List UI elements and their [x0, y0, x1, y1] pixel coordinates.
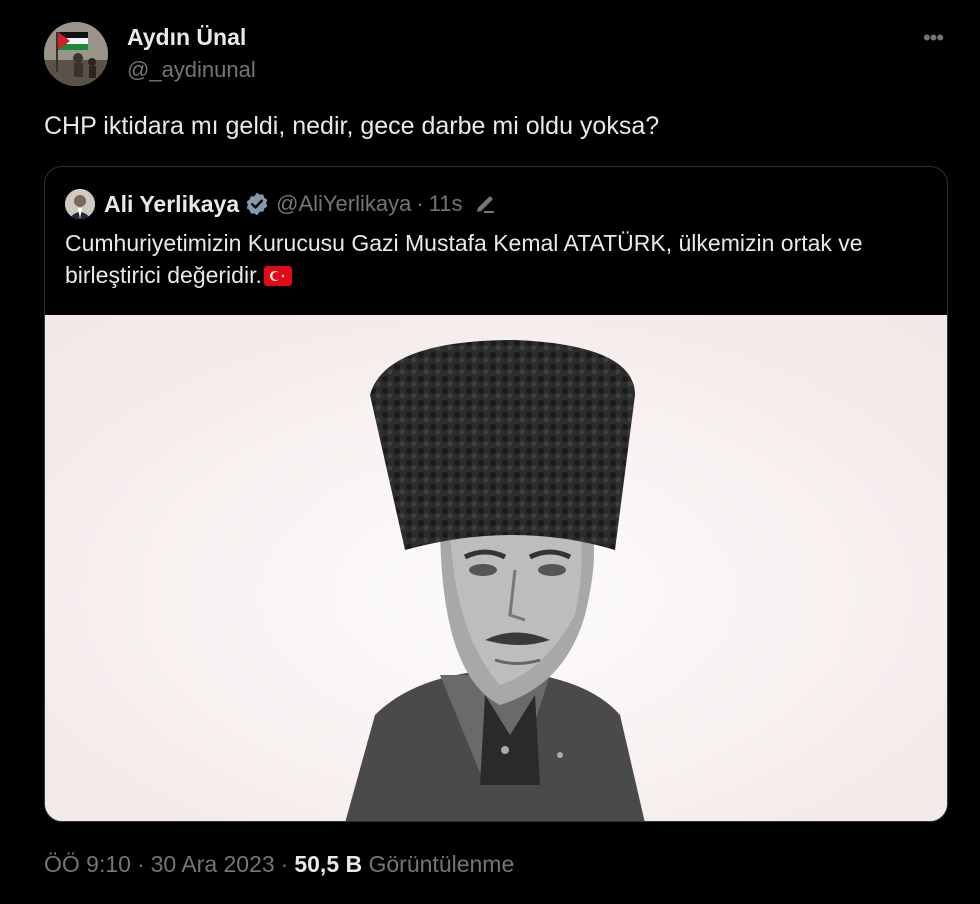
more-options-button[interactable]: ••• — [918, 24, 948, 52]
quoted-tweet-text-body: Cumhuriyetimizin Kurucusu Gazi Mustafa K… — [65, 230, 863, 288]
separator-dot: · — [416, 191, 424, 216]
tweet-date[interactable]: 30 Ara 2023 — [151, 851, 275, 877]
profile-photo-flag-icon — [44, 22, 108, 86]
views-label: Görüntülenme — [368, 851, 515, 877]
author-avatar[interactable] — [44, 22, 108, 86]
tweet-time[interactable]: ÖÖ 9:10 — [44, 851, 131, 877]
quoted-tweet-time[interactable]: 11s — [429, 191, 463, 217]
quoted-tweet-text: Cumhuriyetimizin Kurucusu Gazi Mustafa K… — [65, 227, 925, 291]
author-handle[interactable]: @_aydinunal — [127, 57, 256, 83]
tweet-text: CHP iktidara mı geldi, nedir, gece darbe… — [44, 112, 660, 140]
more-icon: ••• — [922, 25, 944, 50]
quoted-author-avatar[interactable] — [65, 189, 95, 219]
separator-dot: · — [280, 851, 289, 877]
tweet-metadata: ÖÖ 9:10 · 30 Ara 2023 · 50,5 B Görüntülenme — [44, 851, 514, 878]
views-count[interactable]: 50,5 B — [294, 851, 362, 877]
quoted-author-handle[interactable]: @AliYerlikaya — [276, 191, 411, 217]
portrait-photo — [45, 315, 947, 821]
verified-badge-icon[interactable] — [244, 191, 270, 217]
profile-photo-icon — [65, 189, 95, 219]
turkey-flag-icon — [263, 266, 292, 286]
quoted-author-name[interactable]: Ali Yerlikaya — [104, 191, 239, 218]
quoted-tweet-image[interactable] — [45, 315, 947, 821]
quoted-tweet-card[interactable]: Ali Yerlikaya @AliYerlikaya · 11s Cumhur… — [44, 166, 948, 822]
quoted-tweet-header: Ali Yerlikaya @AliYerlikaya · 11s — [65, 189, 497, 219]
pencil-edit-icon[interactable] — [473, 192, 497, 216]
author-name[interactable]: Aydın Ünal — [127, 24, 246, 51]
separator-dot: · — [136, 851, 145, 877]
